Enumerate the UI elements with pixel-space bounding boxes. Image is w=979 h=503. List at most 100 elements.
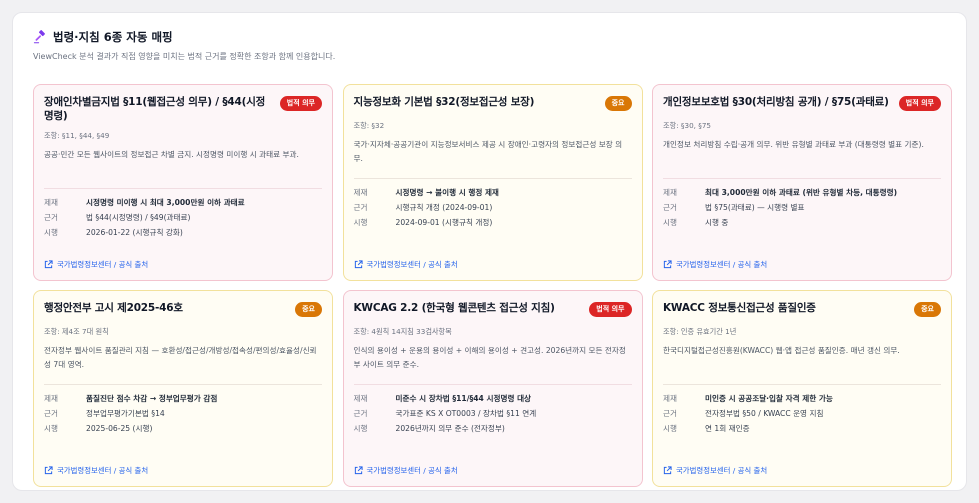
effective-row: 시행 연 1회 재인증 <box>663 421 941 436</box>
panel-subtitle: ViewCheck 분석 결과가 직접 영향을 미치는 법적 근거를 정확한 조… <box>33 52 336 61</box>
card-title: 장애인차별금지법 §11(웹접근성 의무) / §44(시정명령) <box>44 96 266 122</box>
penalty-label: 제재 <box>663 394 677 403</box>
penalty-row: 제재 미인증 시 공공조달·입찰 자격 제한 가능 <box>663 391 941 406</box>
penalty-value: 시정명령 → 불이행 시 행정 제재 <box>395 188 499 197</box>
hammer-icon <box>33 30 45 44</box>
source-link[interactable]: 국가법령정보센터 / 공식 출처 <box>663 465 767 476</box>
penalty-label: 제재 <box>353 394 368 403</box>
card-title: 지능정보화 기본법 §32(정보접근성 보장) <box>353 96 535 108</box>
card-description: 한국디지털접근성진흥원(KWACC) 웹·앱 접근성 품질인증. 매년 갱신 의… <box>663 346 900 355</box>
detail-rows: 제재 미인증 시 공공조달·입찰 자격 제한 가능 근거 전자정부법 §50 /… <box>663 391 941 436</box>
penalty-row: 제재 미준수 시 장차법 §11/§44 시정명령 대상 <box>354 391 632 406</box>
source-link-label: 국가법령정보센터 / 공식 출처 <box>57 466 149 475</box>
basis-label: 근거 <box>663 409 677 418</box>
effective-value: 2024-09-01 (시행규칙 개정) <box>395 218 493 227</box>
penalty-label: 제재 <box>663 188 677 197</box>
obligation-badge: 법적 의무 <box>898 96 941 111</box>
external-link-icon <box>354 466 363 475</box>
basis-value: 전자정부법 §50 / KWACC 운영 지침 <box>705 409 824 418</box>
regulation-card-grid: 장애인차별금지법 §11(웹접근성 의무) / §44(시정명령) 법적 의무 … <box>33 84 952 487</box>
basis-value: 법 §75(과태료) — 시행령 별표 <box>705 203 805 212</box>
external-link-icon <box>663 260 672 269</box>
effective-value: 2026년까지 의무 준수 (전자정부) <box>395 424 505 433</box>
effective-row: 시행 2024-09-01 (시행규칙 개정) <box>354 215 632 230</box>
detail-rows: 제재 시정명령 미이행 시 최대 3,000만원 이하 과태료 근거 법 §44… <box>44 195 322 240</box>
card-title: KWCAG 2.2 (한국형 웹콘텐츠 접근성 지침) <box>353 302 555 314</box>
card-header: 장애인차별금지법 §11(웹접근성 의무) / §44(시정명령) 법적 의무 <box>44 95 322 123</box>
source-link[interactable]: 국가법령정보센터 / 공식 출처 <box>354 465 458 476</box>
legal-mapping-panel: 법령·지침 6종 자동 매핑 ViewCheck 분석 결과가 직접 영향을 미… <box>12 12 967 491</box>
regulation-card-6: KWACC 정보통신접근성 품질인증 중요 조항: 인증 유효기간 1년 한국디… <box>652 290 952 487</box>
source-link-label: 국가법령정보센터 / 공식 출처 <box>57 260 149 269</box>
external-link-icon <box>354 260 363 269</box>
detail-rows: 제재 최대 3,000만원 이하 과태료 (위반 유형별 차등, 대통령령) 근… <box>663 185 941 230</box>
card-divider <box>663 178 941 179</box>
panel-title: 법령·지침 6종 자동 매핑 <box>53 30 173 44</box>
detail-rows: 제재 품질진단 점수 차감 → 정부업무평가 감점 근거 정부업무평가기본법 §… <box>44 391 322 436</box>
card-header: 개인정보보호법 §30(처리방침 공개) / §75(과태료) 법적 의무 <box>663 95 941 111</box>
card-header: 지능정보화 기본법 §32(정보접근성 보장) 중요 <box>354 95 632 111</box>
source-link-label: 국가법령정보센터 / 공식 출처 <box>676 466 768 475</box>
effective-value: 시행 중 <box>705 218 729 227</box>
basis-label: 근거 <box>44 409 58 418</box>
basis-value: 법 §44(시정명령) / §49(과태료) <box>86 213 191 222</box>
card-divider <box>353 384 632 385</box>
card-description: 국가·지자체·공공기관이 지능정보서비스 제공 시 장애인·고령자의 정보접근성… <box>353 140 623 163</box>
effective-label: 시행 <box>353 424 368 433</box>
article-reference: 조항: 제4조 7대 원칙 <box>44 327 109 336</box>
obligation-badge: 중요 <box>604 96 632 111</box>
penalty-label: 제재 <box>353 188 368 197</box>
article-reference: 조항: 인증 유효기간 1년 <box>663 327 737 336</box>
penalty-row: 제재 시정명령 미이행 시 최대 3,000만원 이하 과태료 <box>44 195 322 210</box>
effective-value: 연 1회 재인증 <box>705 424 750 433</box>
penalty-value: 품질진단 점수 차감 → 정부업무평가 감점 <box>86 394 218 403</box>
card-description: 개인정보 처리방침 수립·공개 의무. 위반 유형별 과태료 부과 (대통령령 … <box>663 140 924 149</box>
penalty-value: 미준수 시 장차법 §11/§44 시정명령 대상 <box>395 394 532 403</box>
card-description: 인식의 용이성 + 운용의 용이성 + 이해의 용이성 + 견고성. 2026년… <box>353 346 626 369</box>
card-description: 공공·민간 모든 웹사이트의 정보접근 차별 금지. 시정명령 미이행 시 과태… <box>44 150 299 159</box>
source-link-label: 국가법령정보센터 / 공식 출처 <box>366 466 458 475</box>
card-divider <box>353 178 632 179</box>
card-header: 행정안전부 고시 제2025-46호 중요 <box>44 301 322 317</box>
detail-rows: 제재 시정명령 → 불이행 시 행정 제재 근거 시행규칙 개정 (2024-0… <box>354 185 632 230</box>
basis-value: 정부업무평가기본법 §14 <box>86 409 165 418</box>
card-divider <box>44 188 322 189</box>
penalty-value: 미인증 시 공공조달·입찰 자격 제한 가능 <box>705 394 833 403</box>
penalty-row: 제재 품질진단 점수 차감 → 정부업무평가 감점 <box>44 391 322 406</box>
basis-value: 국가표준 KS X OT0003 / 장차법 §11 연계 <box>395 409 537 418</box>
penalty-row: 제재 시정명령 → 불이행 시 행정 제재 <box>354 185 632 200</box>
basis-value: 시행규칙 개정 (2024-09-01) <box>395 203 493 212</box>
effective-label: 시행 <box>44 424 58 433</box>
obligation-badge: 중요 <box>295 302 322 317</box>
source-link[interactable]: 국가법령정보센터 / 공식 출처 <box>44 259 148 270</box>
external-link-icon <box>663 466 672 475</box>
card-divider <box>44 384 322 385</box>
card-divider <box>663 384 941 385</box>
card-header: KWCAG 2.2 (한국형 웹콘텐츠 접근성 지침) 법적 의무 <box>354 301 632 317</box>
card-title: 개인정보보호법 §30(처리방침 공개) / §75(과태료) <box>663 96 889 108</box>
regulation-card-3: 개인정보보호법 §30(처리방침 공개) / §75(과태료) 법적 의무 조항… <box>652 84 952 281</box>
title-row: 법령·지침 6종 자동 매핑 <box>33 29 946 45</box>
regulation-card-5: KWCAG 2.2 (한국형 웹콘텐츠 접근성 지침) 법적 의무 조항: 4원… <box>342 290 643 487</box>
source-link[interactable]: 국가법령정보센터 / 공식 출처 <box>354 259 458 270</box>
external-link-icon <box>44 466 53 475</box>
penalty-row: 제재 최대 3,000만원 이하 과태료 (위반 유형별 차등, 대통령령) <box>663 185 941 200</box>
regulation-card-2: 지능정보화 기본법 §32(정보접근성 보장) 중요 조항: §32 국가·지자… <box>342 84 643 281</box>
card-title: 행정안전부 고시 제2025-46호 <box>44 302 183 314</box>
article-reference: 조항: §11, §44, §49 <box>44 131 110 140</box>
penalty-value: 최대 3,000만원 이하 과태료 (위반 유형별 차등, 대통령령) <box>705 188 898 197</box>
effective-row: 시행 2026년까지 의무 준수 (전자정부) <box>354 421 632 436</box>
basis-row: 근거 법 §75(과태료) — 시행령 별표 <box>663 200 941 215</box>
panel-header: 법령·지침 6종 자동 매핑 ViewCheck 분석 결과가 직접 영향을 미… <box>33 29 946 62</box>
external-link-icon <box>44 260 53 269</box>
effective-value: 2025-06-25 (시행) <box>86 424 153 433</box>
regulation-card-4: 행정안전부 고시 제2025-46호 중요 조항: 제4조 7대 원칙 전자정부… <box>33 290 333 487</box>
source-link[interactable]: 국가법령정보센터 / 공식 출처 <box>663 259 767 270</box>
effective-value: 2026-01-22 (시행규칙 강화) <box>86 228 183 237</box>
source-link[interactable]: 국가법령정보센터 / 공식 출처 <box>44 465 148 476</box>
article-reference: 조항: 4원칙 14지침 33검사항목 <box>353 327 452 336</box>
card-description: 전자정부 웹사이트 품질관리 지침 — 호환성/접근성/개방성/접속성/편의성/… <box>44 346 317 369</box>
effective-label: 시행 <box>663 424 677 433</box>
penalty-label: 제재 <box>44 198 58 207</box>
penalty-value: 시정명령 미이행 시 최대 3,000만원 이하 과태료 <box>86 198 245 207</box>
